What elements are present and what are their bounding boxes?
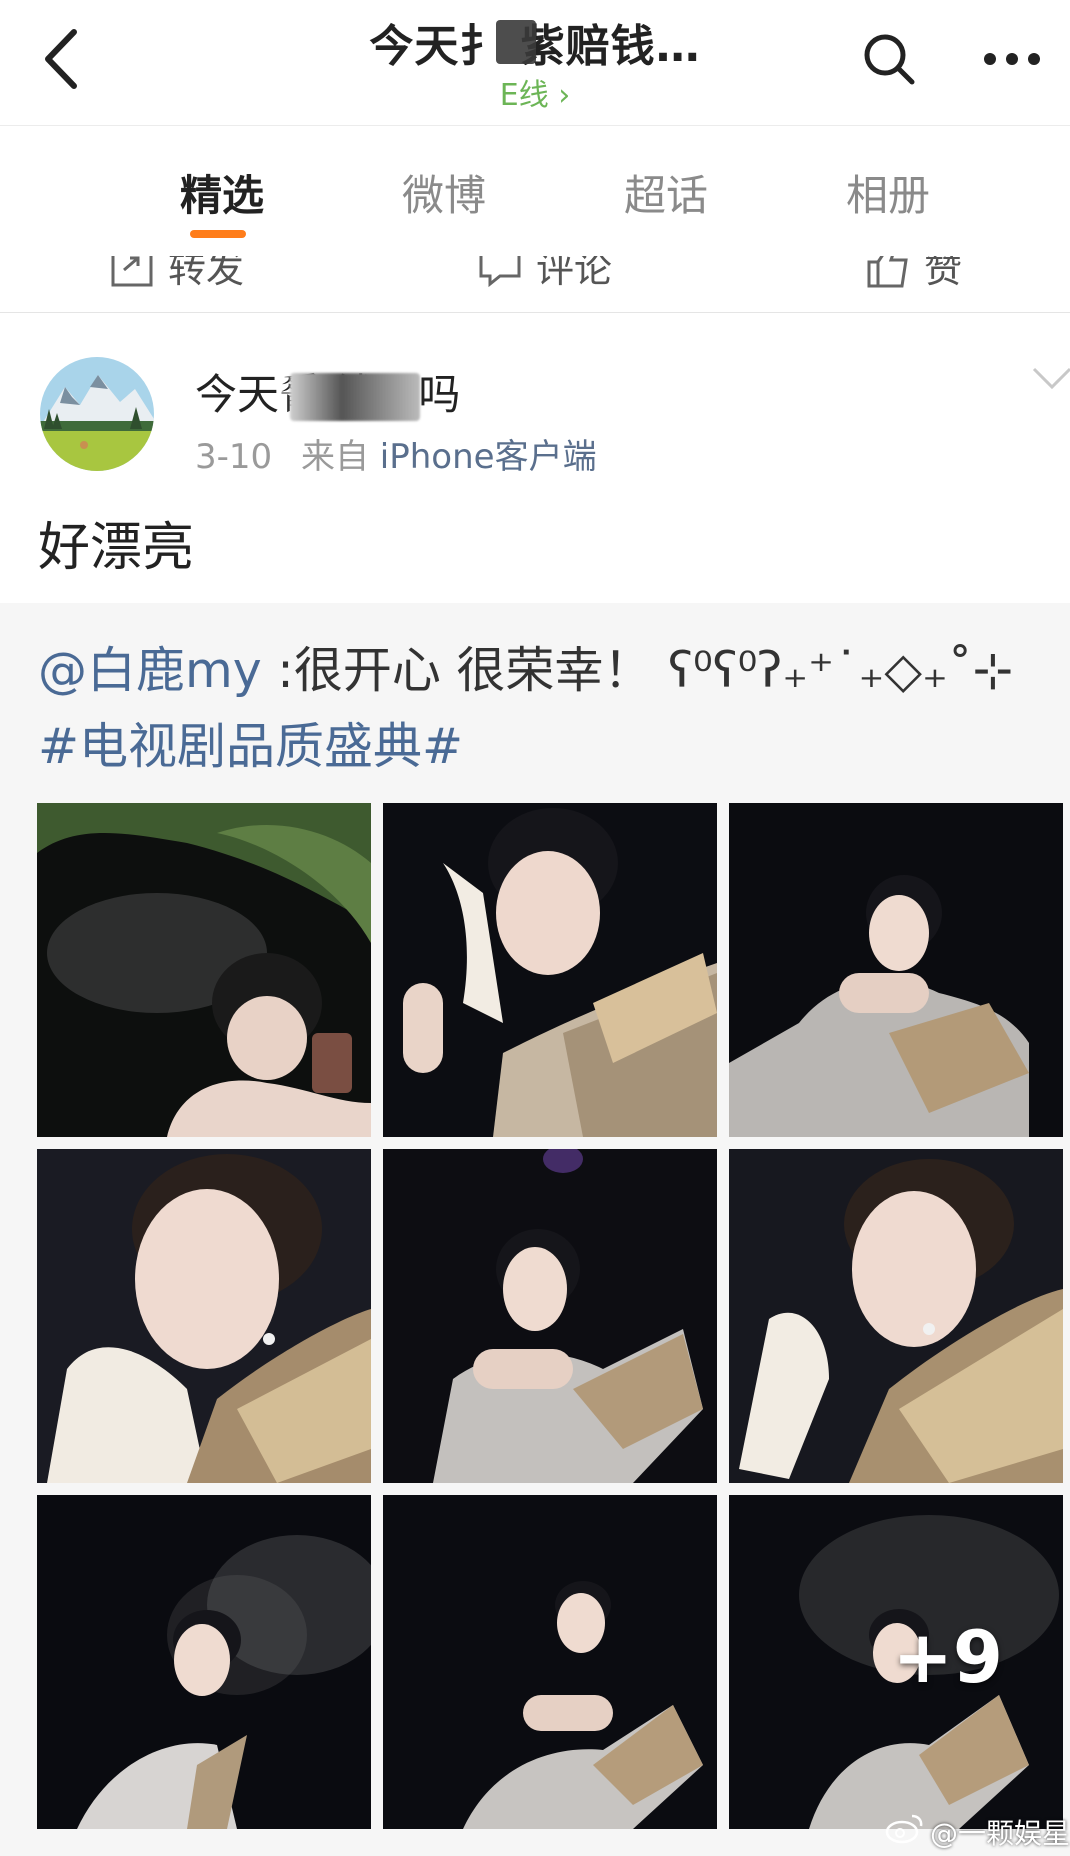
photo-thumbnail[interactable] <box>383 803 717 1137</box>
mosaic-redaction <box>290 373 420 421</box>
photo-image <box>383 803 717 1137</box>
repost-icon <box>111 256 153 286</box>
search-icon[interactable] <box>860 30 918 88</box>
post-date: 3-10 <box>195 437 273 477</box>
weibo-logo-icon <box>885 1814 923 1844</box>
profile-tabs: 精选 微博 超话 相册 <box>0 126 1070 256</box>
post-source: iPhone客户端 <box>379 437 597 477</box>
previous-post-action-bar: 转发 评论 赞 <box>0 256 1070 312</box>
repost-button[interactable]: 转发 <box>110 256 244 293</box>
top-nav-bar: 今天扌 紫赔钱… E线 › <box>0 0 1070 126</box>
photo-image <box>383 1495 717 1829</box>
comment-label: 评论 <box>536 256 613 291</box>
repost-label: 转发 <box>168 256 245 291</box>
comment-button[interactable]: 评论 <box>478 256 612 293</box>
repost-body: :很开心 很荣幸！ ʕ⁰ʕ⁰ʔ₊⁺˙₊◇₊˚⊹ <box>261 642 1014 699</box>
photo-thumbnail[interactable] <box>37 1495 371 1829</box>
tab-album[interactable]: 相册 <box>846 162 930 223</box>
post-text: 好漂亮 <box>38 518 195 578</box>
mosaic-redaction <box>496 20 536 64</box>
photo-thumbnail[interactable] <box>729 803 1063 1137</box>
photo-thumbnail-more[interactable]: +9 <box>729 1495 1063 1829</box>
source-prefix: 来自 <box>300 437 369 477</box>
photo-image <box>37 803 371 1137</box>
photo-thumbnail[interactable] <box>729 1149 1063 1483</box>
post-meta: 3-10 来自 iPhone客户端 <box>195 429 597 478</box>
photo-image <box>37 1149 371 1483</box>
like-icon <box>867 256 908 287</box>
photo-thumbnail[interactable] <box>37 803 371 1137</box>
photo-image <box>37 1495 371 1829</box>
watermark-text: @一颗娱星 <box>930 1817 1070 1850</box>
like-label: 赞 <box>924 256 963 291</box>
tab-super-topic[interactable]: 超话 <box>624 162 708 223</box>
tab-weibo[interactable]: 微博 <box>402 162 486 223</box>
photo-image <box>729 803 1063 1137</box>
avatar[interactable] <box>40 357 154 471</box>
like-button[interactable]: 赞 <box>866 256 962 293</box>
more-photos-count: +9 <box>892 1615 1003 1699</box>
chevron-down-icon[interactable] <box>1030 363 1070 393</box>
repost-text: @白鹿my :很开心 很荣幸！ ʕ⁰ʕ⁰ʔ₊⁺˙₊◇₊˚⊹ #电视剧品质盛典# <box>38 633 1058 785</box>
photo-image <box>729 1149 1063 1483</box>
photo-thumbnail[interactable] <box>37 1149 371 1483</box>
active-tab-indicator <box>190 230 246 238</box>
tab-featured[interactable]: 精选 <box>180 162 264 223</box>
hashtag-link[interactable]: #电视剧品质盛典# <box>38 718 463 775</box>
photo-thumbnail[interactable] <box>383 1149 717 1483</box>
reposted-weibo[interactable]: @白鹿my :很开心 很荣幸！ ʕ⁰ʕ⁰ʔ₊⁺˙₊◇₊˚⊹ #电视剧品质盛典# <box>0 603 1070 1856</box>
photo-image <box>383 1149 717 1483</box>
weibo-post: 今天𦟝 钱了吗 3-10 来自 iPhone客户端 好漂亮 <box>0 313 1070 603</box>
mention-link[interactable]: @白鹿my <box>38 642 262 699</box>
comment-icon <box>479 256 521 287</box>
photo-thumbnail[interactable] <box>383 1495 717 1829</box>
more-dots-icon[interactable] <box>982 48 1042 70</box>
